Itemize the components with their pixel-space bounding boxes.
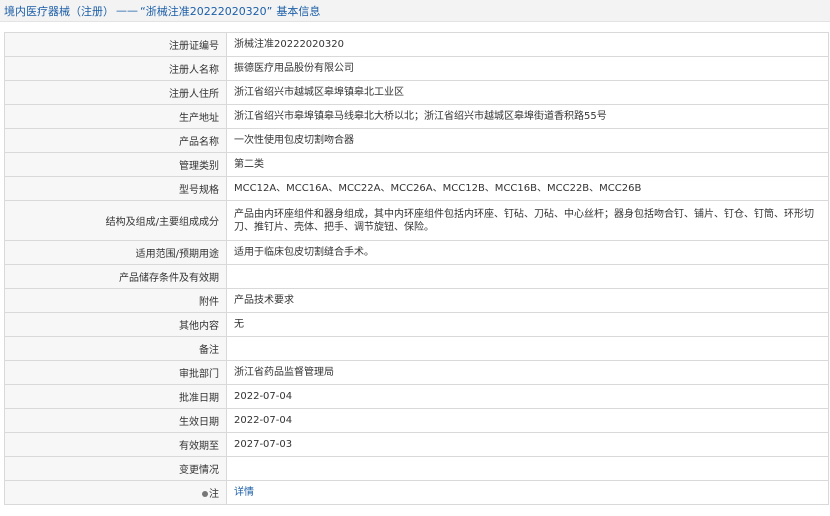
- table-row: 变更情况: [4, 456, 829, 481]
- field-value: 2022-07-04: [226, 384, 829, 409]
- field-label: 注册人住所: [4, 80, 227, 105]
- field-value: 浙江省药品监督管理局: [226, 360, 829, 385]
- breadcrumb-page-title: 基本信息: [276, 4, 321, 18]
- field-label: 其他内容: [4, 312, 227, 337]
- field-label: 审批部门: [4, 360, 227, 385]
- breadcrumb-record: “浙械注准20222020320”: [140, 4, 273, 18]
- field-value: 浙江省绍兴市越城区皋埠镇皋北工业区: [226, 80, 829, 105]
- table-row: 其他内容 无: [4, 312, 829, 337]
- table-row: 型号规格 MCC12A、MCC16A、MCC22A、MCC26A、MCC12B、…: [4, 176, 829, 201]
- field-value: 产品由内环座组件和器身组成，其中内环座组件包括内环座、钉砧、刀砧、中心丝杆；器身…: [226, 200, 829, 241]
- field-value: 2022-07-04: [226, 408, 829, 433]
- breadcrumb: 境内医疗器械（注册） —— “浙械注准20222020320” 基本信息: [0, 0, 830, 22]
- field-label: 批准日期: [4, 384, 227, 409]
- info-dot-icon: [202, 491, 208, 497]
- table-row: 附件 产品技术要求: [4, 288, 829, 313]
- table-row: 审批部门 浙江省药品监督管理局: [4, 360, 829, 385]
- field-value: [226, 336, 829, 361]
- field-value: 适用于临床包皮切割缝合手术。: [226, 240, 829, 265]
- field-label: 生产地址: [4, 104, 227, 129]
- field-label: 有效期至: [4, 432, 227, 457]
- field-label: 变更情况: [4, 456, 227, 481]
- table-row: 注 详情: [4, 480, 829, 505]
- details-link[interactable]: 详情: [234, 487, 254, 498]
- field-label: 注: [209, 489, 219, 500]
- field-value: 第二类: [226, 152, 829, 177]
- table-row: 生产地址 浙江省绍兴市皋埠镇皋马线皋北大桥以北；浙江省绍兴市越城区皋埠街道香积路…: [4, 104, 829, 129]
- field-value: 一次性使用包皮切割吻合器: [226, 128, 829, 153]
- field-label: 备注: [4, 336, 227, 361]
- field-value: [226, 264, 829, 289]
- field-label: 管理类别: [4, 152, 227, 177]
- field-value: 浙江省绍兴市皋埠镇皋马线皋北大桥以北；浙江省绍兴市越城区皋埠街道香积路55号: [226, 104, 829, 129]
- table-row: 管理类别 第二类: [4, 152, 829, 177]
- note-value-cell: 详情: [226, 480, 829, 505]
- field-value: 振德医疗用品股份有限公司: [226, 56, 829, 81]
- field-label: 注册人名称: [4, 56, 227, 81]
- field-label: 适用范围/预期用途: [4, 240, 227, 265]
- table-row: 有效期至 2027-07-03: [4, 432, 829, 457]
- field-label: 型号规格: [4, 176, 227, 201]
- table-row: 产品名称 一次性使用包皮切割吻合器: [4, 128, 829, 153]
- field-label: 注册证编号: [4, 32, 227, 57]
- table-row: 注册证编号 浙械注准20222020320: [4, 32, 829, 57]
- field-label: 附件: [4, 288, 227, 313]
- breadcrumb-separator: ——: [116, 4, 138, 17]
- field-value: [226, 456, 829, 481]
- field-label: 生效日期: [4, 408, 227, 433]
- field-label: 产品名称: [4, 128, 227, 153]
- table-row: 产品储存条件及有效期: [4, 264, 829, 289]
- table-row: 注册人名称 振德医疗用品股份有限公司: [4, 56, 829, 81]
- table-row: 生效日期 2022-07-04: [4, 408, 829, 433]
- table-row: 注册人住所 浙江省绍兴市越城区皋埠镇皋北工业区: [4, 80, 829, 105]
- table-row: 备注: [4, 336, 829, 361]
- field-value: 浙械注准20222020320: [226, 32, 829, 57]
- field-value: 2027-07-03: [226, 432, 829, 457]
- field-label: 产品储存条件及有效期: [4, 264, 227, 289]
- table-row: 结构及组成/主要组成成分 产品由内环座组件和器身组成，其中内环座组件包括内环座、…: [4, 200, 829, 241]
- table-row: 适用范围/预期用途 适用于临床包皮切割缝合手术。: [4, 240, 829, 265]
- breadcrumb-section-link[interactable]: 境内医疗器械（注册）: [4, 3, 114, 19]
- field-label: 结构及组成/主要组成成分: [4, 200, 227, 241]
- basic-info-table: 注册证编号 浙械注准20222020320 注册人名称 振德医疗用品股份有限公司…: [4, 32, 829, 505]
- field-value: 无: [226, 312, 829, 337]
- field-value: MCC12A、MCC16A、MCC22A、MCC26A、MCC12B、MCC16…: [226, 176, 829, 201]
- table-row: 批准日期 2022-07-04: [4, 384, 829, 409]
- note-label-cell: 注: [4, 480, 227, 505]
- detail-panel: 注册证编号 浙械注准20222020320 注册人名称 振德医疗用品股份有限公司…: [4, 32, 829, 505]
- field-value: 产品技术要求: [226, 288, 829, 313]
